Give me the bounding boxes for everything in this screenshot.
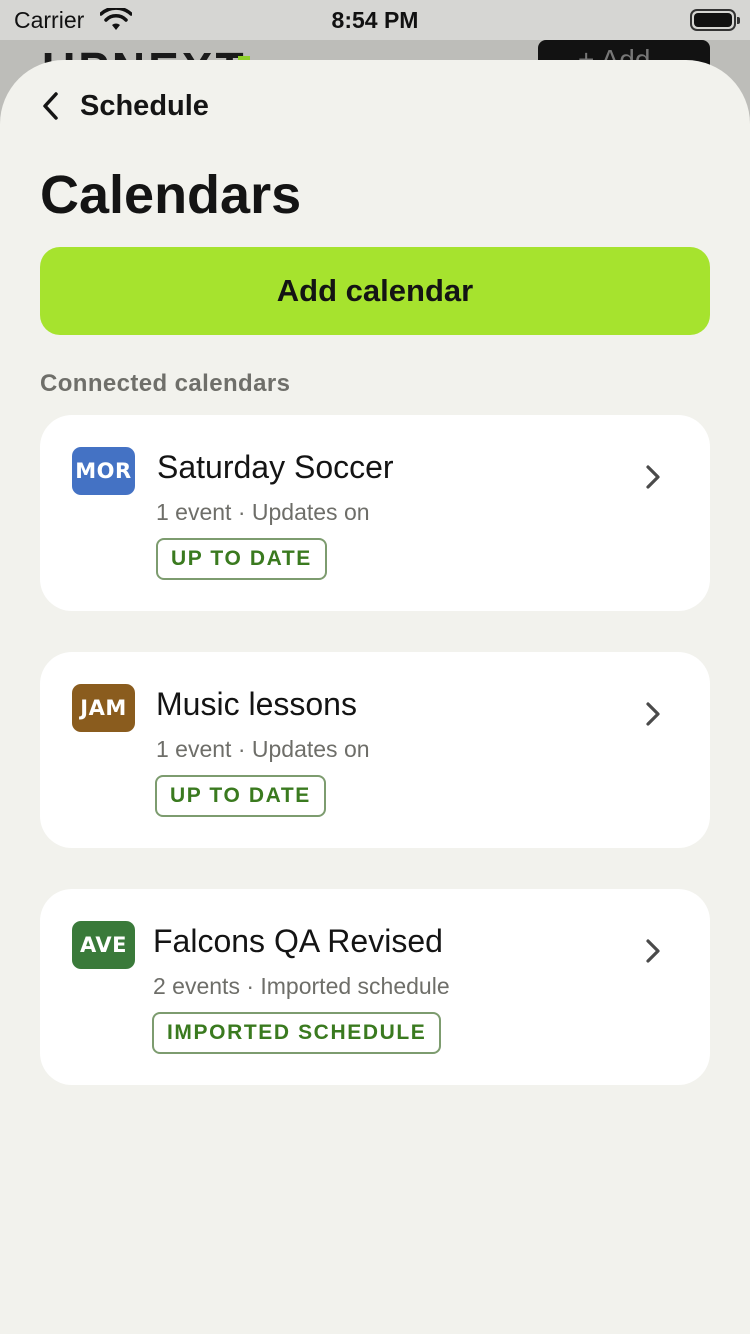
calendar-title: Falcons QA Revised xyxy=(153,923,443,959)
add-calendar-button[interactable]: Add calendar xyxy=(40,247,710,335)
back-label: Schedule xyxy=(80,89,209,122)
status-badge: IMPORTED SCHEDULE xyxy=(152,1012,442,1054)
calendar-card-music-lessons[interactable]: JAM Music lessons 1 event · Updates on U… xyxy=(40,652,710,848)
battery-icon xyxy=(690,9,740,31)
calendar-card-falcons-qa-revised[interactable]: AVE Falcons QA Revised 2 events · Import… xyxy=(40,889,710,1085)
status-badge: UP TO DATE xyxy=(156,538,327,580)
calendars-sheet: Schedule Calendars Add calendar Connecte… xyxy=(0,60,750,1334)
status-badge: UP TO DATE xyxy=(155,775,326,817)
calendar-badge: JAM xyxy=(72,684,135,732)
chevron-right-icon xyxy=(646,702,660,726)
calendar-card-saturday-soccer[interactable]: MOR Saturday Soccer 1 event · Updates on… xyxy=(40,415,710,611)
chevron-right-icon xyxy=(646,465,660,489)
section-label: Connected calendars xyxy=(40,370,291,397)
clock: 8:54 PM xyxy=(331,7,419,33)
calendar-title: Saturday Soccer xyxy=(157,449,394,485)
calendar-meta: 2 events · Imported schedule xyxy=(153,973,450,999)
calendar-meta: 1 event · Updates on xyxy=(156,499,370,525)
chevron-left-icon xyxy=(43,92,58,120)
calendar-badge: AVE xyxy=(72,921,135,969)
calendar-badge: MOR xyxy=(72,447,135,495)
page-title: Calendars xyxy=(40,165,302,225)
screen: Carrier 8:54 PM UPNEXT + Add Schedule Ca… xyxy=(0,0,750,1334)
calendar-meta: 1 event · Updates on xyxy=(156,736,370,762)
back-button[interactable]: Schedule xyxy=(38,88,209,124)
chevron-right-icon xyxy=(646,939,660,963)
status-bar: Carrier 8:54 PM xyxy=(0,0,750,40)
calendar-title: Music lessons xyxy=(156,686,357,722)
